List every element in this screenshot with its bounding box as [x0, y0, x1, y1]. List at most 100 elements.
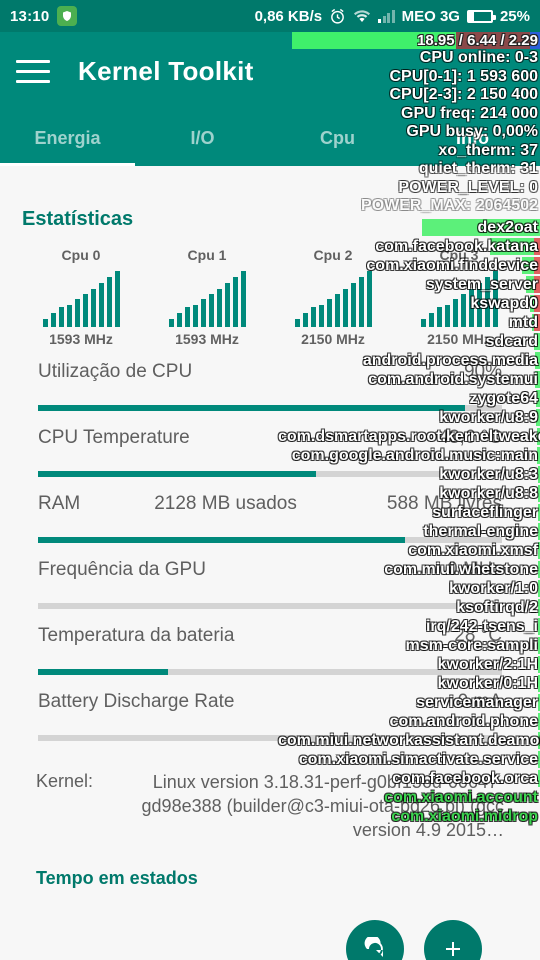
- tab-energia[interactable]: Energia: [0, 110, 135, 166]
- cpu-chart: Cpu 0 1593 MHz: [18, 247, 144, 347]
- cpu-chart-bar: [444, 305, 450, 327]
- shield-icon: [57, 6, 78, 26]
- network-rate: 0,86 KB/s: [254, 7, 323, 25]
- cpu-chart-bar: [436, 307, 442, 327]
- battery-percent: 25%: [499, 7, 530, 25]
- stat-value: 0 MHz: [447, 559, 502, 580]
- cpu-chart-bar: [350, 283, 356, 327]
- cpu-frequency-label: 2150 MHz: [427, 331, 491, 347]
- stat-secondary-value: 2128 MB usados: [154, 493, 297, 514]
- cpu-chart-bar: [476, 283, 482, 327]
- stat-value: 588 MB livres: [386, 493, 502, 514]
- cpu-chart: Cpu 3 2150 MHz: [396, 247, 522, 347]
- stat-row[interactable]: Temperatura da bateria 28 °C: [0, 625, 540, 675]
- stat-progress-bar: [38, 471, 502, 477]
- stat-value: 28 °C: [454, 625, 502, 646]
- stat-progress-fill: [38, 669, 168, 675]
- cpu-chart-bar: [74, 299, 80, 327]
- cpu-charts-row: Cpu 0 1593 MHz Cpu 1 1593 MHz Cpu 2 2150 MHz C…: [0, 231, 540, 347]
- cpu-chart-bar: [452, 299, 458, 327]
- cpu-chart: Cpu 2 2150 MHz: [270, 247, 396, 347]
- stat-progress-fill: [38, 471, 317, 477]
- stat-row[interactable]: Frequência da GPU 0 MHz: [0, 559, 540, 609]
- stat-progress-bar: [38, 603, 502, 609]
- cpu-chart-bar: [294, 319, 300, 327]
- stat-progress-bar: [38, 669, 502, 675]
- cpu-frequency-label: 1593 MHz: [49, 331, 113, 347]
- stat-progress-bar: [38, 735, 502, 741]
- alarm-icon: [329, 8, 346, 25]
- cpu-chart-bar: [366, 271, 372, 327]
- cpu-chart-bar: [342, 289, 348, 327]
- stat-value: 0 mA: [457, 691, 502, 712]
- tab-label: Cpu: [320, 127, 355, 148]
- cpu-chart-bar: [90, 289, 96, 327]
- stat-value: 43,6 °C: [438, 427, 502, 448]
- cpu-frequency-label: 1593 MHz: [175, 331, 239, 347]
- stat-row[interactable]: CPU Temperature 43,6 °C: [0, 427, 540, 477]
- cpu-chart-bar: [200, 299, 206, 327]
- page-title: Kernel Toolkit: [78, 55, 254, 86]
- cpu-chart-bars: [413, 269, 505, 327]
- wifi-icon: [353, 9, 371, 23]
- tab-indicator: [0, 163, 135, 166]
- cpu-chart-bar: [334, 294, 340, 327]
- add-fab-button[interactable]: [424, 920, 482, 960]
- cpu-chart-bar: [326, 299, 332, 327]
- stat-label: Frequência da GPU: [38, 559, 206, 580]
- cpu-chart-bar: [42, 319, 48, 327]
- cpu-chart-label: Cpu 0: [61, 247, 101, 263]
- cpu-chart: Cpu 1 1593 MHz: [144, 247, 270, 347]
- cpu-chart-bar: [224, 283, 230, 327]
- carrier-label: MEO 3G: [401, 7, 460, 25]
- stat-progress-bar: [38, 537, 502, 543]
- refresh-fab-button[interactable]: [346, 920, 404, 960]
- stat-label: Utilização de CPU: [38, 361, 193, 382]
- cpu-chart-bar: [318, 305, 324, 327]
- cpu-chart-bar: [492, 271, 498, 327]
- status-time: 13:10: [10, 7, 50, 25]
- cpu-chart-bar: [216, 289, 222, 327]
- cpu-chart-bars: [35, 269, 127, 327]
- tab-label: Energia: [34, 127, 101, 148]
- cpu-chart-bar: [168, 319, 174, 327]
- cpu-chart-bar: [460, 294, 466, 327]
- cpu-chart-label: Cpu 1: [187, 247, 227, 263]
- cpu-chart-bar: [58, 307, 64, 327]
- cpu-chart-label: Cpu 3: [439, 247, 479, 263]
- cpu-chart-bar: [82, 294, 88, 327]
- tab-label: Info: [456, 127, 489, 148]
- stat-progress-bar: [38, 405, 502, 411]
- stat-label: Battery Discharge Rate: [38, 691, 235, 712]
- tab-label: I/O: [190, 127, 215, 148]
- kernel-row: Kernel: Linux version 3.18.31-perf-g0bf1…: [0, 757, 540, 842]
- section-title-statistics: Estatísticas: [22, 208, 134, 230]
- cpu-chart-bar: [358, 277, 364, 327]
- cpu-chart-bar: [98, 283, 104, 327]
- cpu-chart-bar: [310, 307, 316, 327]
- cpu-chart-bar: [50, 313, 56, 327]
- cpu-chart-bar: [420, 319, 426, 327]
- cpu-chart-bar: [428, 313, 434, 327]
- cpu-chart-bar: [484, 277, 490, 327]
- signal-bars-icon: [378, 9, 395, 23]
- main-content: Estatísticas Cpu 0 1593 MHz Cpu 1 1593 MHz C…: [0, 188, 540, 960]
- stat-label: RAM: [38, 493, 81, 514]
- stat-row[interactable]: Battery Discharge Rate 0 mA: [0, 691, 540, 741]
- tab-info[interactable]: Info: [405, 110, 540, 166]
- stat-row[interactable]: Utilização de CPU 90%: [0, 361, 540, 411]
- hamburger-menu-icon[interactable]: [16, 56, 50, 86]
- fab-group: [0, 920, 540, 960]
- cpu-chart-bar: [66, 305, 72, 327]
- cpu-chart-bar: [302, 313, 308, 327]
- battery-icon: [466, 9, 496, 23]
- tab-i-o[interactable]: I/O: [135, 110, 270, 166]
- cpu-chart-bar: [240, 271, 246, 327]
- tab-cpu[interactable]: Cpu: [270, 110, 405, 166]
- app-bar: Kernel Toolkit Energia I/O Cpu Info: [0, 32, 540, 166]
- cpu-chart-label: Cpu 2: [313, 247, 353, 263]
- kernel-value: Linux version 3.18.31-perf-g0bf156d-0064…: [141, 772, 504, 840]
- stat-row[interactable]: RAM 2128 MB usados 588 MB livres: [0, 493, 540, 543]
- cpu-chart-bar: [106, 277, 112, 327]
- cpu-chart-bars: [287, 269, 379, 327]
